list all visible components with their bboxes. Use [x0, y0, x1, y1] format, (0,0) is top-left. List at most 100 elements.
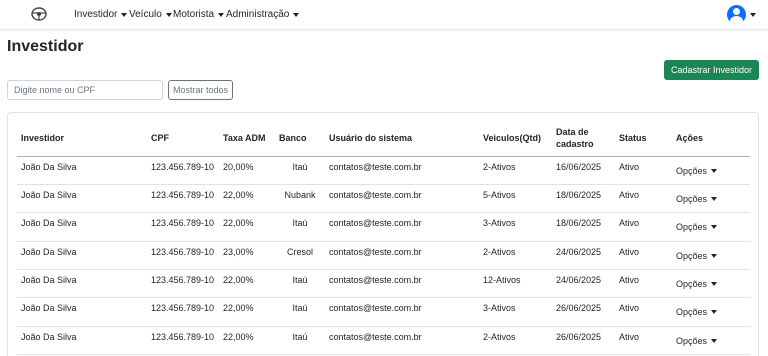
user-menu[interactable] [727, 5, 756, 24]
page-title: Investidor [7, 38, 84, 55]
top-navbar: Investidor Veículo Motorista Administraç… [0, 0, 768, 30]
header-investidor: Investidor [17, 120, 147, 157]
cell-banco: Itaú [275, 326, 325, 356]
nav-veiculo[interactable]: Veículo [129, 9, 172, 20]
caret-down-icon [165, 12, 172, 17]
caret-down-icon [711, 168, 718, 173]
caret-down-icon [711, 253, 718, 258]
nav-motorista-label: Motorista [173, 9, 215, 20]
header-usuario: Usuário do sistema [325, 120, 479, 157]
header-data-cadastro: Data de cadastro [552, 120, 615, 157]
caret-down-icon [711, 310, 718, 315]
caret-down-icon [750, 12, 756, 17]
cell-data: 18/06/2025 [552, 212, 615, 242]
options-label: Opções [676, 250, 708, 261]
add-investor-button[interactable]: Cadastrar Investidor [664, 60, 759, 80]
header-veiculos: Veiculos(Qtd) [479, 120, 552, 157]
options-label: Opções [676, 165, 708, 176]
cell-veiculos: 2-Ativos [479, 241, 552, 271]
options-label: Opções [676, 193, 708, 204]
table-row: João Da Silva 123.456.789-10 23,00% Cresol c… [17, 241, 750, 271]
cell-banco: Itaú [275, 212, 325, 242]
nav-investidor[interactable]: Investidor [74, 9, 128, 20]
cell-usuario: contatos@teste.com.br [325, 297, 479, 327]
options-label: Opções [676, 335, 708, 346]
cell-data: 16/06/2025 [552, 156, 615, 185]
table-row: João Da Silva 123.456.789-10 22,00% Itaú con… [17, 269, 750, 299]
cell-taxa: 23,00% [219, 241, 275, 271]
cell-taxa: 22,00% [219, 212, 275, 242]
caret-down-icon [121, 12, 128, 17]
cell-usuario: contatos@teste.com.br [325, 241, 479, 271]
cell-usuario: contatos@teste.com.br [325, 212, 479, 242]
cell-cpf: 123.456.789-10 [147, 156, 219, 185]
cell-investidor: João Da Silva [17, 241, 147, 271]
header-banco: Banco [275, 120, 325, 157]
cell-banco: Itaú [275, 156, 325, 185]
options-label: Opções [676, 222, 708, 233]
nav-motorista[interactable]: Motorista [173, 9, 225, 20]
cell-acoes: Opções [672, 297, 750, 327]
cell-investidor: João Da Silva [17, 326, 147, 356]
cell-data: 24/06/2025 [552, 269, 615, 299]
caret-down-icon [711, 225, 718, 230]
cell-cpf: 123.456.789-10 [147, 269, 219, 299]
cell-usuario: contatos@teste.com.br [325, 269, 479, 299]
cell-veiculos: 12-Ativos [479, 269, 552, 299]
cell-investidor: João Da Silva [17, 184, 147, 214]
cell-status: Ativo [615, 241, 672, 271]
cell-usuario: contatos@teste.com.br [325, 156, 479, 185]
search-input[interactable] [7, 80, 163, 100]
cell-acoes: Opções [672, 156, 750, 185]
options-dropdown[interactable]: Opções [676, 279, 718, 290]
steering-wheel-icon[interactable] [31, 7, 47, 21]
options-dropdown[interactable]: Opções [676, 307, 718, 317]
header-status: Status [615, 120, 672, 157]
cell-veiculos: 2-Ativos [479, 156, 552, 185]
cell-data: 26/06/2025 [552, 326, 615, 356]
caret-down-icon [711, 338, 718, 343]
nav-administracao[interactable]: Administração [226, 9, 300, 20]
cell-investidor: João Da Silva [17, 269, 147, 299]
caret-down-icon [711, 282, 718, 287]
cell-acoes: Opções [672, 184, 750, 214]
options-dropdown[interactable]: Opções [676, 222, 718, 233]
options-dropdown[interactable]: Opções [676, 335, 718, 346]
cell-investidor: João Da Silva [17, 297, 147, 327]
nav-administracao-label: Administração [226, 9, 290, 20]
cell-data: 24/06/2025 [552, 241, 615, 271]
cell-investidor: João Da Silva [17, 156, 147, 185]
investors-table: Investidor CPF Taxa ADM Banco Usuário do… [17, 120, 750, 356]
table-row: João Da Silva 123.456.789-10 22,00% Itaú con… [17, 326, 750, 356]
cell-taxa: 22,00% [219, 326, 275, 356]
cell-banco: Cresol [275, 241, 325, 271]
cell-data: 26/06/2025 [552, 297, 615, 327]
cell-investidor: João Da Silva [17, 212, 147, 242]
cell-usuario: contatos@teste.com.br [325, 184, 479, 214]
table-row: João Da Silva 123.456.789-10 20,00% Itaú con… [17, 156, 750, 185]
cell-status: Ativo [615, 269, 672, 299]
table-row: João Da Silva 123.456.789-10 22,00% Itaú con… [17, 212, 750, 242]
cell-taxa: 22,00% [219, 184, 275, 214]
user-circle-icon [727, 5, 746, 24]
options-dropdown[interactable]: Opções [676, 165, 718, 176]
show-all-button[interactable]: Mostrar todos [168, 80, 233, 100]
options-dropdown[interactable]: Opções [676, 250, 718, 261]
cell-cpf: 123.456.789-10 [147, 241, 219, 271]
cell-taxa: 20,00% [219, 156, 275, 185]
investors-card: Investidor CPF Taxa ADM Banco Usuário do… [7, 112, 759, 356]
cell-cpf: 123.456.789-10 [147, 184, 219, 214]
header-taxa-adm: Taxa ADM [219, 120, 275, 157]
header-cpf: CPF [147, 120, 219, 157]
cell-taxa: 22,00% [219, 269, 275, 299]
cell-status: Ativo [615, 326, 672, 356]
options-dropdown[interactable]: Opções [676, 193, 718, 204]
caret-down-icon [711, 196, 718, 201]
cell-data: 18/06/2025 [552, 184, 615, 214]
nav-veiculo-label: Veículo [129, 9, 162, 20]
options-label: Opções [676, 279, 708, 290]
cell-veiculos: 3-Ativos [479, 297, 552, 327]
table-row: João Da Silva 123.456.789-10 22,00% Itaú con… [17, 297, 750, 327]
caret-down-icon [218, 12, 225, 17]
cell-status: Ativo [615, 156, 672, 185]
